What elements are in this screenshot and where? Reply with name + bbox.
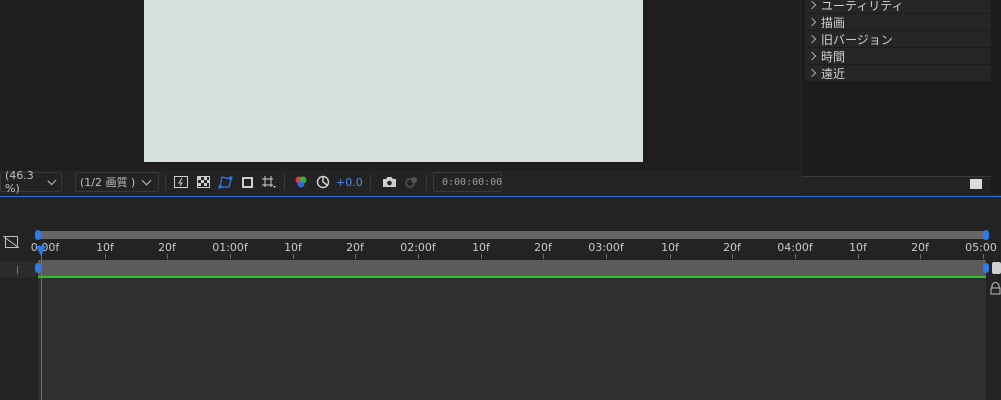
effect-category-label: 描画 — [821, 15, 846, 30]
ruler-tick — [795, 254, 796, 259]
grid-guides-icon[interactable] — [260, 172, 278, 192]
effect-category-label: 時間 — [821, 49, 846, 64]
effect-category-draw[interactable]: 描画 — [805, 14, 991, 30]
ruler-label: 02:00f — [400, 241, 436, 254]
divider — [370, 174, 371, 190]
panel-footer — [802, 176, 991, 193]
chevron-right-icon — [807, 68, 817, 78]
resolution-dropdown[interactable]: (1/2 画質 ) — [75, 172, 159, 192]
current-time-indicator[interactable] — [36, 246, 46, 256]
composition-viewer — [0, 0, 800, 170]
exposure-reset-icon[interactable] — [314, 172, 332, 192]
work-area-end-handle[interactable] — [983, 263, 989, 273]
comp-marker-bin-icon[interactable] — [992, 262, 1001, 274]
camera-icon[interactable] — [380, 172, 398, 192]
ruler-label: 10f — [661, 241, 679, 254]
chevron-right-icon — [807, 0, 817, 10]
effect-category-label: ユーティリティ — [821, 0, 904, 13]
navigator-start-handle[interactable] — [35, 230, 41, 240]
layer-track-area[interactable] — [38, 278, 986, 400]
ruler-tick — [293, 254, 294, 259]
composition-canvas[interactable] — [144, 0, 643, 162]
transparency-grid-icon[interactable] — [194, 172, 212, 192]
divider — [426, 174, 427, 190]
effect-category-label: 旧バージョン — [821, 32, 893, 47]
ruler-label: 10f — [96, 241, 114, 254]
effect-category-utility[interactable]: ユーティリティ — [805, 0, 991, 13]
ruler-tick — [858, 254, 859, 259]
chevron-down-icon — [141, 175, 152, 186]
ruler-label: 01:00f — [212, 241, 248, 254]
exposure-value[interactable]: +0.0 — [336, 172, 363, 192]
ruler-tick — [920, 254, 921, 259]
work-area-bar[interactable] — [35, 260, 989, 276]
graph-editor-icon[interactable] — [2, 235, 20, 249]
ruler-tick — [983, 254, 984, 259]
effects-presets-panel: ユーティリティ 描画 旧バージョン 時間 遠近 — [802, 0, 1001, 194]
lock-icon[interactable] — [990, 282, 1001, 298]
current-time-indicator-line[interactable] — [41, 248, 42, 400]
chevron-down-icon — [47, 176, 57, 185]
zoom-value: (46.3 %) — [5, 169, 34, 195]
ruler-label: 20f — [911, 241, 929, 254]
new-folder-icon[interactable] — [970, 179, 982, 189]
region-of-interest-icon[interactable] — [238, 172, 256, 192]
ruler-label: 05:00 — [965, 241, 997, 254]
ruler-tick — [670, 254, 671, 259]
ruler-label: 03:00f — [588, 241, 624, 254]
effect-category-time[interactable]: 時間 — [805, 48, 991, 64]
column-divider — [17, 266, 18, 274]
ruler-label: 10f — [472, 241, 490, 254]
ruler-tick — [606, 254, 607, 259]
ruler-label: 04:00f — [777, 241, 813, 254]
ruler-label: 20f — [534, 241, 552, 254]
effect-category-obsolete[interactable]: 旧バージョン — [805, 31, 991, 47]
fast-preview-icon[interactable] — [172, 172, 190, 192]
rgb-channels-icon[interactable] — [292, 172, 310, 192]
ruler-tick — [355, 254, 356, 259]
mask-path-icon[interactable] — [216, 172, 234, 192]
chevron-right-icon — [807, 34, 817, 44]
resolution-value: (1/2 画質 ) — [80, 176, 136, 189]
layer-switches-column — [0, 262, 36, 278]
ruler-tick — [732, 254, 733, 259]
divider — [165, 174, 166, 190]
ruler-tick — [230, 254, 231, 259]
ruler-tick — [418, 254, 419, 259]
current-time-display[interactable]: 0:00:00:00 — [433, 172, 502, 192]
ruler-label: 20f — [723, 241, 741, 254]
time-ruler[interactable]: 0:00f 10f 20f 01:00f 10f 20f 02:00f 10f … — [31, 240, 1001, 260]
ruler-tick — [481, 254, 482, 259]
effect-category-perspective[interactable]: 遠近 — [805, 65, 991, 81]
chevron-right-icon — [807, 51, 817, 61]
ruler-label: 20f — [346, 241, 364, 254]
ruler-tick — [105, 254, 106, 259]
ruler-tick — [167, 254, 168, 259]
effect-category-label: 遠近 — [821, 66, 846, 81]
ruler-label: 10f — [284, 241, 302, 254]
ruler-label: 20f — [158, 241, 176, 254]
navigator-end-handle[interactable] — [983, 230, 989, 240]
zoom-dropdown[interactable]: (46.3 %) — [0, 169, 62, 195]
chevron-right-icon — [807, 17, 817, 27]
ruler-tick — [543, 254, 544, 259]
show-snapshot-icon[interactable] — [402, 172, 420, 192]
ruler-label: 10f — [849, 241, 867, 254]
viewer-toolbar: (46.3 %) (1/2 画質 ) +0.0 0:00:00:00 — [0, 169, 800, 195]
time-navigator-bar[interactable] — [35, 230, 989, 240]
divider — [284, 174, 285, 190]
